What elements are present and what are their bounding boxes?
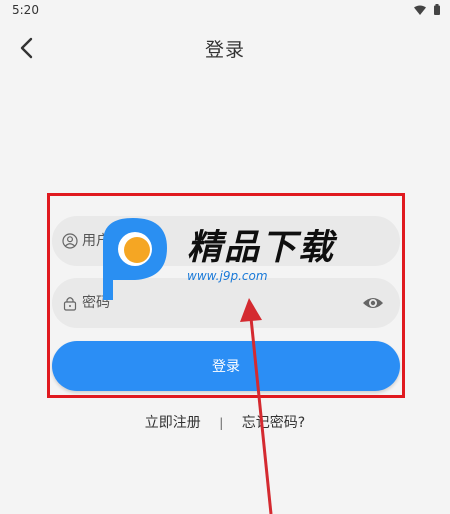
battery-icon <box>434 4 440 15</box>
password-field[interactable] <box>52 278 400 328</box>
status-bar: 5:20 <box>0 0 450 22</box>
user-icon <box>62 233 78 249</box>
links-divider: | <box>219 416 224 430</box>
wifi-icon <box>414 5 426 15</box>
password-input[interactable] <box>82 278 362 328</box>
app-bar: 登录 <box>0 22 450 74</box>
username-input[interactable] <box>82 216 362 266</box>
page-title: 登录 <box>204 39 245 61</box>
register-link[interactable]: 立即注册 <box>145 415 201 431</box>
status-icons <box>414 4 440 15</box>
username-field[interactable] <box>52 216 400 266</box>
login-button[interactable]: 登录 <box>52 341 400 391</box>
lock-icon <box>63 297 77 311</box>
status-time: 5:20 <box>12 3 39 17</box>
eye-icon[interactable] <box>362 293 384 313</box>
bottom-links: 立即注册 | 忘记密码? <box>0 412 450 432</box>
forgot-password-link[interactable]: 忘记密码? <box>242 415 305 431</box>
